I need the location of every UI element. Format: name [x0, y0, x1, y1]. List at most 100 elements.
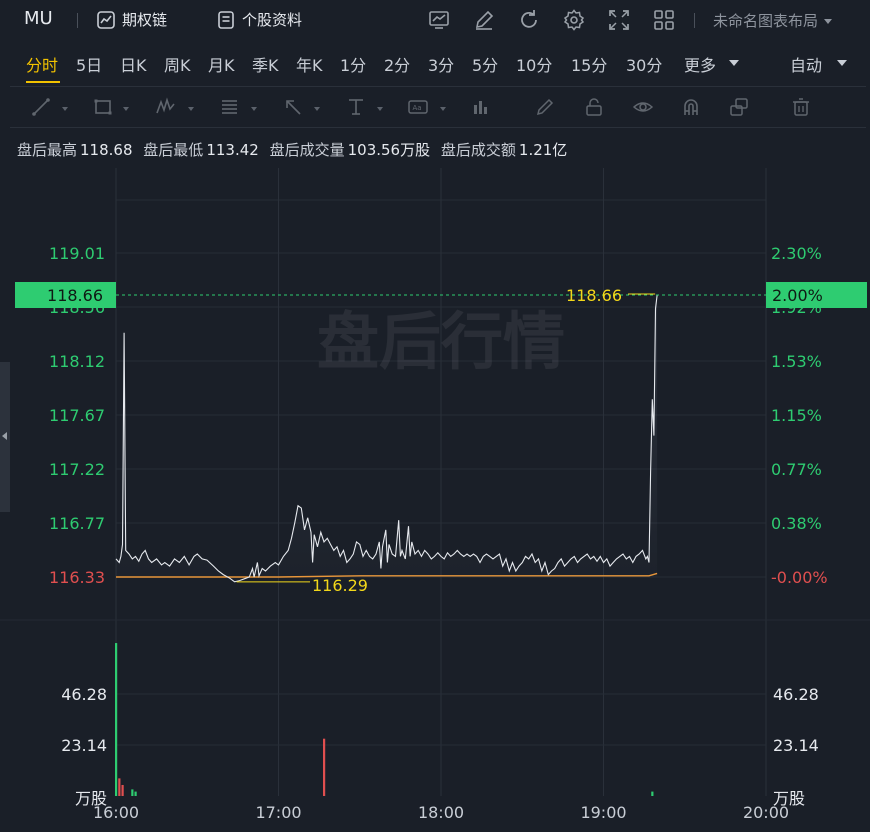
document-icon	[216, 10, 236, 30]
volume-bar	[131, 789, 134, 796]
trend-line-icon[interactable]	[30, 96, 52, 118]
time-tick-label: 20:00	[743, 803, 789, 822]
caret-down-icon[interactable]	[377, 107, 383, 111]
arrow-icon[interactable]	[282, 96, 304, 118]
volume-tick-label: 46.28	[61, 685, 107, 704]
tab-weekly-k[interactable]: 周K	[164, 52, 191, 76]
low-marker-label: 116.29	[312, 576, 368, 595]
caret-down-icon[interactable]	[440, 107, 446, 111]
text-label-icon[interactable]: Aa	[407, 96, 429, 118]
tab-yearly-k[interactable]: 年K	[296, 52, 323, 76]
layout-dropdown[interactable]: 未命名图表布局	[713, 10, 832, 31]
watermark-text: 盘后行情	[317, 305, 565, 378]
tab-more[interactable]: 更多	[684, 52, 716, 76]
magnet-icon[interactable]	[680, 96, 702, 118]
ticker-symbol[interactable]: MU	[24, 8, 53, 29]
auto-scale-dropdown[interactable]: 自动	[790, 52, 822, 76]
pct-tick-label: 1.53%	[771, 352, 822, 371]
trash-icon[interactable]	[790, 96, 812, 118]
tab-monthly-k[interactable]: 月K	[208, 52, 235, 76]
volume-bar	[323, 738, 326, 796]
tab-intraday[interactable]: 分时	[26, 52, 58, 76]
volume-tick-label-right: 23.14	[773, 736, 819, 755]
tab-daily-k[interactable]: 日K	[120, 52, 147, 76]
volume-bar	[651, 791, 654, 796]
amount-label: 盘后成交额	[440, 141, 516, 159]
chevron-left-icon	[2, 432, 7, 440]
tab-5min[interactable]: 5分	[472, 52, 498, 76]
low-label: 盘后最低	[143, 141, 204, 159]
volume-bar	[115, 643, 118, 796]
options-chain-button[interactable]: 期权链	[96, 9, 167, 30]
text-cursor-icon[interactable]	[345, 96, 367, 118]
top-bar: MU 期权链 个股资料 未命名图表布局	[0, 0, 870, 42]
price-tick-label: 119.01	[49, 244, 105, 263]
caret-down-icon[interactable]	[251, 107, 257, 111]
intraday-chart[interactable]: 盘后行情119.01118.56118.12117.67117.22116.77…	[0, 168, 870, 832]
low-value: 113.42	[206, 141, 259, 159]
volume-bar	[118, 778, 121, 796]
bar-pattern-icon[interactable]	[470, 96, 492, 118]
volume-bar	[121, 784, 124, 796]
volume-label: 盘后成交量	[269, 141, 345, 159]
more-caret-icon[interactable]	[729, 60, 739, 66]
active-tab-underline	[26, 81, 60, 83]
tab-2min[interactable]: 2分	[384, 52, 410, 76]
pct-tick-label: 1.15%	[771, 406, 822, 425]
refresh-icon[interactable]	[517, 8, 541, 32]
pct-tick-label: 2.30%	[771, 244, 822, 263]
caret-down-icon	[823, 19, 832, 24]
after-hours-summary: 盘后最高 118.68 盘后最低 113.42 盘后成交量 103.56万股 盘后成交…	[17, 139, 573, 160]
pct-tick-label: -0.00%	[771, 568, 828, 587]
caret-down-icon[interactable]	[123, 107, 129, 111]
indicator-chart-icon[interactable]	[427, 8, 451, 32]
tab-30min[interactable]: 30分	[626, 52, 662, 76]
eye-icon[interactable]	[632, 96, 654, 118]
caret-down-icon[interactable]	[314, 107, 320, 111]
grid-layout-icon[interactable]	[652, 8, 676, 32]
price-tick-label: 116.77	[49, 514, 105, 533]
svg-text:Aa: Aa	[413, 104, 422, 112]
price-tick-label: 118.12	[49, 352, 105, 371]
drawing-toolbar: Aa	[10, 86, 866, 128]
auto-caret-icon[interactable]	[837, 60, 847, 66]
options-chain-label: 期权链	[122, 11, 168, 29]
rectangle-icon[interactable]	[92, 96, 114, 118]
fibonacci-icon[interactable]	[218, 96, 240, 118]
stock-profile-button[interactable]: 个股资料	[216, 9, 302, 30]
current-price-badge-text: 118.66	[47, 286, 103, 305]
divider	[77, 13, 78, 28]
fullscreen-icon[interactable]	[607, 8, 631, 32]
tab-3min[interactable]: 3分	[428, 52, 454, 76]
tab-5day[interactable]: 5日	[76, 52, 102, 76]
wave-pattern-icon[interactable]	[155, 96, 177, 118]
caret-down-icon[interactable]	[188, 107, 194, 111]
tab-10min[interactable]: 10分	[516, 52, 552, 76]
tab-1min[interactable]: 1分	[340, 52, 366, 76]
amount-value: 1.21亿	[518, 141, 568, 159]
divider	[694, 13, 695, 28]
layers-icon[interactable]	[728, 96, 750, 118]
time-tick-label: 16:00	[93, 803, 139, 822]
layout-name: 未命名图表布局	[713, 12, 819, 30]
left-panel-toggle[interactable]	[0, 362, 10, 512]
caret-down-icon[interactable]	[62, 107, 68, 111]
price-tick-label: 116.33	[49, 568, 105, 587]
volume-bar	[134, 791, 137, 796]
price-tick-label: 117.22	[49, 460, 105, 479]
time-tick-label: 19:00	[580, 803, 626, 822]
stock-profile-label: 个股资料	[242, 11, 303, 29]
tab-15min[interactable]: 15分	[571, 52, 607, 76]
current-pct-badge-text: 2.00%	[772, 286, 823, 305]
time-tick-label: 18:00	[418, 803, 464, 822]
pct-tick-label: 0.38%	[771, 514, 822, 533]
edit-pen-icon[interactable]	[472, 8, 496, 32]
tab-quarterly-k[interactable]: 季K	[252, 52, 279, 76]
brush-icon[interactable]	[534, 96, 556, 118]
lock-icon[interactable]	[583, 96, 605, 118]
volume-tick-label: 23.14	[61, 736, 107, 755]
volume-tick-label-right: 46.28	[773, 685, 819, 704]
time-tick-label: 17:00	[255, 803, 301, 822]
chart-canvas[interactable]: 盘后行情119.01118.56118.12117.67117.22116.77…	[0, 168, 870, 832]
settings-gear-icon[interactable]	[562, 8, 586, 32]
